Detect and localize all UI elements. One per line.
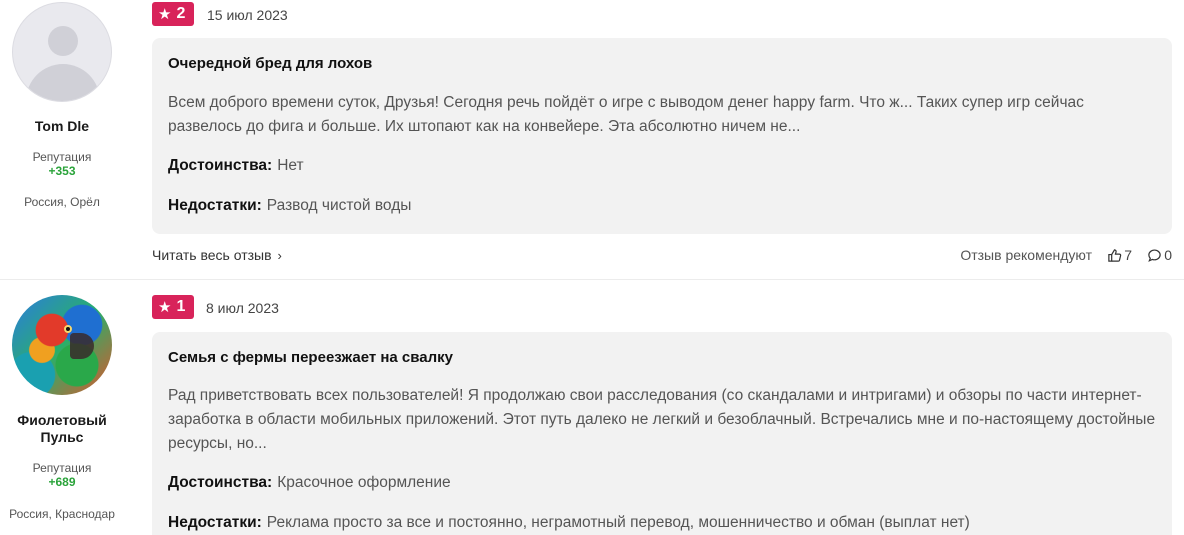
review-cons: Недостатки: Развод чистой воды [168,197,411,215]
reputation-label: Репутация [32,461,92,475]
like-button[interactable]: 7 [1107,247,1132,263]
author-name[interactable]: Фиолетовый Пульс [0,412,124,446]
read-full-review-link[interactable]: Читать весь отзыв › [152,247,282,263]
review-pros: Достоинства: Нет [168,157,304,175]
review-author: Фиолетовый Пульс Репутация +689 Россия, … [0,295,124,521]
cons-label: Недостатки: [168,514,262,531]
review-card[interactable]: Семья с фермы переезжает на свалку Рад п… [152,332,1172,535]
star-icon: ★ [158,5,172,23]
review-title[interactable]: Очередной бред для лохов [168,55,372,72]
cons-text: Развод чистой воды [266,197,412,214]
pros-text: Красочное оформление [277,474,451,491]
rating-value: 2 [176,5,186,22]
review-cons: Недостатки: Реклама просто за все и посто… [168,514,970,532]
avatar-parrot-beak [70,333,94,359]
avatar[interactable] [12,295,112,395]
pros-text: Нет [277,157,304,174]
rating-badge: ★ 1 [152,295,194,319]
review-author: Tom Dle Репутация +353 Россия, Орёл [0,2,124,209]
avatar-parrot-eye [64,325,72,333]
review-teaser: Рад приветствовать всех пользователей! Я… [168,387,1156,452]
reputation-value: +689 [48,475,76,489]
author-name[interactable]: Tom Dle [0,118,124,135]
reputation-value: +353 [48,164,76,178]
pros-label: Достоинства: [168,157,273,174]
avatar[interactable] [12,2,112,102]
pros-label: Достоинства: [168,474,273,491]
review-date: 15 июл 2023 [207,7,288,23]
review-title[interactable]: Семья с фермы переезжает на свалку [168,349,453,366]
likes-count: 7 [1124,247,1132,263]
avatar-placeholder-body [26,64,100,101]
review-item: Фиолетовый Пульс Репутация +689 Россия, … [0,281,1184,535]
read-more-label: Читать весь отзыв [152,247,272,263]
review-teaser: Всем доброго времени суток, Друзья! Сего… [168,94,1084,135]
author-location: Россия, Краснодар [9,507,115,521]
comments-button[interactable]: 0 [1147,247,1172,263]
thumbs-up-icon [1108,249,1122,262]
review-item: Tom Dle Репутация +353 Россия, Орёл ★ 2 … [0,0,1184,280]
comments-count: 0 [1164,247,1172,263]
recommend-label: Отзыв рекомендуют [960,247,1092,263]
review-footer: Читать весь отзыв › Отзыв рекомендуют 7 0 [152,247,1172,267]
avatar-placeholder-head [48,26,78,56]
author-location: Россия, Орёл [24,195,100,209]
reputation-label: Репутация [32,150,92,164]
rating-value: 1 [176,298,186,315]
review-pros: Достоинства: Красочное оформление [168,474,451,492]
star-icon: ★ [158,298,172,316]
cons-text: Реклама просто за все и постоянно, негра… [266,514,970,531]
comment-icon [1148,249,1161,262]
rating-badge: ★ 2 [152,2,194,26]
review-card[interactable]: Очередной бред для лохов Всем доброго вр… [152,38,1172,234]
review-date: 8 июл 2023 [206,300,279,316]
chevron-right-icon: › [277,248,282,263]
cons-label: Недостатки: [168,197,262,214]
